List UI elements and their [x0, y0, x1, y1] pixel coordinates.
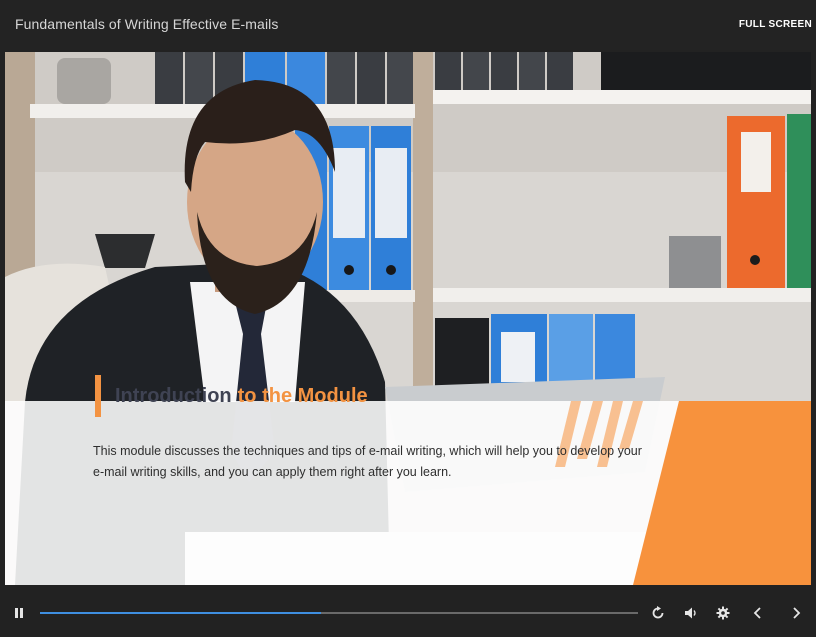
- text-overlay-panel: [5, 401, 811, 585]
- pause-button[interactable]: [9, 603, 29, 623]
- previous-slide-button[interactable]: [748, 603, 768, 623]
- heading-accent-text: to the Module: [237, 384, 368, 407]
- slide-heading: Introduction to the Module: [95, 375, 368, 417]
- next-slide-button[interactable]: [786, 603, 806, 623]
- progress-fill: [40, 612, 322, 614]
- player-controls: [0, 589, 816, 637]
- top-bar: Fundamentals of Writing Effective E-mail…: [0, 0, 816, 50]
- progress-bar[interactable]: [40, 612, 638, 614]
- heading-primary-text: Introduction: [115, 384, 232, 407]
- slide-stage: Introduction to the Module This module d…: [5, 52, 811, 585]
- pause-icon: [15, 608, 23, 618]
- replay-icon: [652, 606, 664, 619]
- heading-accent-bar: [95, 375, 101, 417]
- full-screen-button[interactable]: FULL SCREEN: [739, 19, 812, 30]
- chevron-right-icon: [793, 607, 801, 619]
- chevron-left-icon: [753, 607, 761, 619]
- course-title: Fundamentals of Writing Effective E-mail…: [15, 16, 279, 32]
- volume-icon: [685, 607, 696, 619]
- settings-button[interactable]: [713, 603, 733, 623]
- volume-button[interactable]: [681, 603, 701, 623]
- gear-icon: [716, 606, 730, 620]
- replay-button[interactable]: [648, 603, 668, 623]
- slide-body-text: This module discusses the techniques and…: [93, 444, 642, 479]
